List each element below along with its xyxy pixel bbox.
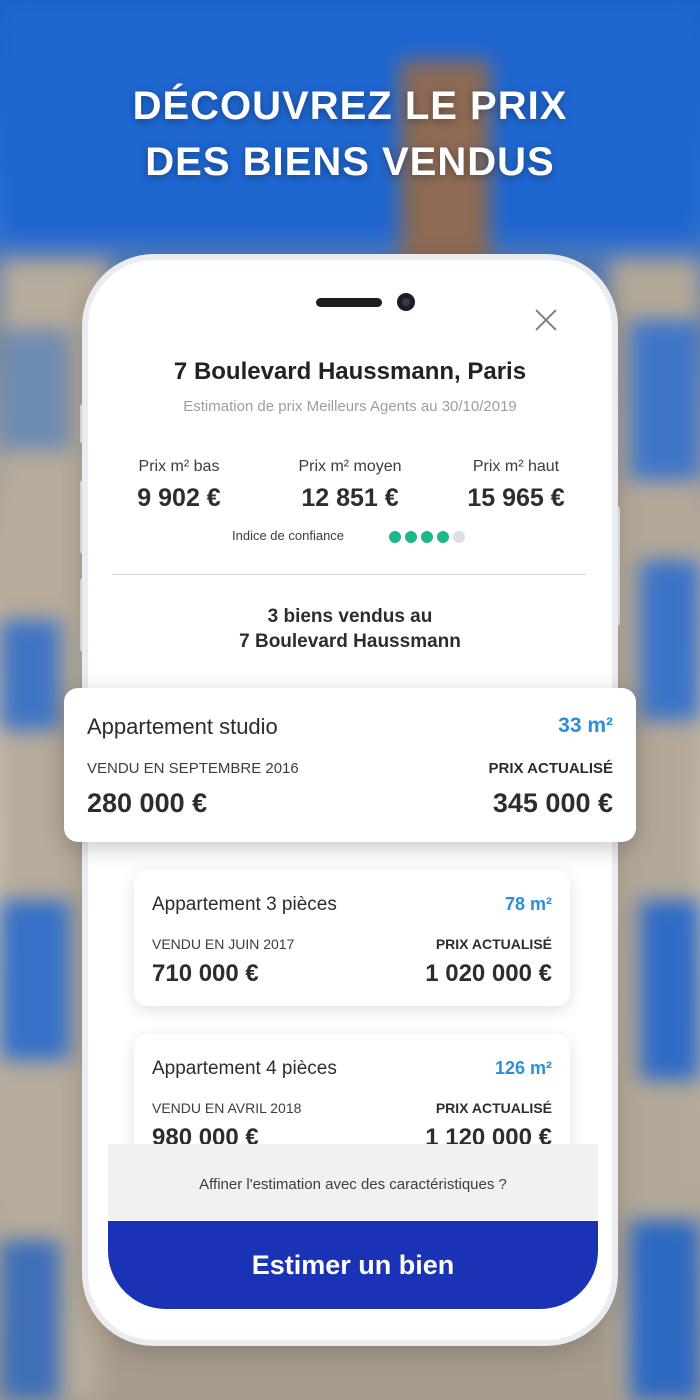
listing-type: Appartement studio xyxy=(87,714,278,739)
listing-surface: 126 m² xyxy=(494,1058,552,1078)
headline: DÉCOUVREZ LE PRIX DES BIENS VENDUS xyxy=(0,78,700,190)
close-icon[interactable] xyxy=(534,308,558,332)
listing-surface: 78 m² xyxy=(504,894,552,914)
price-low-label: Prix m² bas xyxy=(138,458,220,475)
sold-title-line-2: 7 Boulevard Haussmann xyxy=(239,631,461,652)
sold-title-line-1: 3 biens vendus au xyxy=(267,606,433,627)
estimation-date: Estimation de prix Meilleurs Agents au 3… xyxy=(183,398,517,415)
divider xyxy=(112,574,586,575)
phone-speaker xyxy=(316,298,382,307)
price-high-value: 15 965 € xyxy=(467,484,565,512)
listing-updated-price: 1 020 000 € xyxy=(425,960,552,987)
listing-sold-date: VENDU EN AVRIL 2018 xyxy=(152,1100,302,1116)
confidence-dot-empty xyxy=(453,531,465,543)
refine-estimation-link[interactable]: Affiner l'estimation avec des caractéris… xyxy=(108,1176,598,1193)
listing-price: 710 000 € xyxy=(152,960,259,987)
listing-surface: 33 m² xyxy=(558,714,613,737)
phone-side-button xyxy=(80,578,86,652)
confidence-dot-filled xyxy=(421,531,433,543)
listing-price-label: PRIX ACTUALISÉ xyxy=(488,760,613,777)
estimate-property-button[interactable]: Estimer un bien xyxy=(108,1221,598,1309)
confidence-rating xyxy=(389,530,469,544)
price-high-label: Prix m² haut xyxy=(472,458,560,475)
listing-price: 280 000 € xyxy=(87,788,208,818)
phone-volume-down-button xyxy=(80,480,86,554)
phone-camera xyxy=(397,293,415,311)
listing-card-2[interactable]: Appartement 3 pièces 78 m² VENDU EN JUIN… xyxy=(134,870,570,1006)
price-high: Prix m² haut 15 965 € xyxy=(431,458,601,513)
confidence-dot-filled xyxy=(389,531,401,543)
listing-price-label: PRIX ACTUALISÉ xyxy=(435,1100,552,1116)
price-average-label: Prix m² moyen xyxy=(298,458,402,475)
property-address: 7 Boulevard Haussmann, Paris xyxy=(173,358,527,385)
listing-updated-price: 345 000 € xyxy=(492,788,613,818)
headline-line-2: DES BIENS VENDUS xyxy=(145,140,555,184)
listing-sold-date: VENDU EN SEPTEMBRE 2016 xyxy=(87,760,299,777)
price-low-value: 9 902 € xyxy=(137,484,221,512)
phone-power-button xyxy=(614,506,620,626)
listing-type: Appartement 3 pièces xyxy=(152,894,337,915)
headline-line-1: DÉCOUVREZ LE PRIX xyxy=(132,84,568,128)
confidence-label: Indice de confiance xyxy=(232,528,345,543)
phone-volume-up-button xyxy=(80,404,86,444)
price-average: Prix m² moyen 12 851 € xyxy=(265,458,435,513)
price-average-value: 12 851 € xyxy=(301,484,399,512)
price-low: Prix m² bas 9 902 € xyxy=(94,458,264,513)
listing-price-label: PRIX ACTUALISÉ xyxy=(435,936,552,952)
confidence-dot-filled xyxy=(437,531,449,543)
listing-sold-date: VENDU EN JUIN 2017 xyxy=(152,936,295,952)
listing-type: Appartement 4 pièces xyxy=(152,1058,337,1079)
listing-card-1[interactable]: Appartement studio 33 m² VENDU EN SEPTEM… xyxy=(64,688,636,842)
sold-properties-title: 3 biens vendus au 7 Boulevard Haussmann xyxy=(88,604,612,654)
confidence-dot-filled xyxy=(405,531,417,543)
